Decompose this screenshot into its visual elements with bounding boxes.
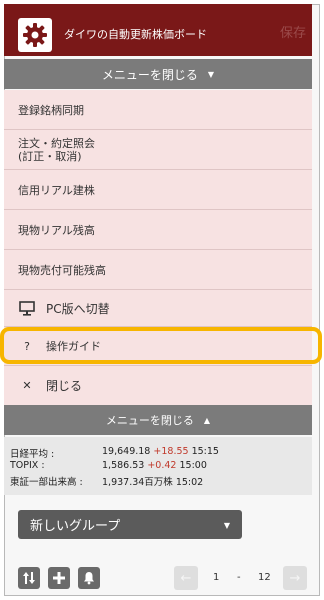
app-header: ダイワの自動更新株価ボード 保存 [4, 4, 312, 56]
menu-item-label: 信用リアル建株 [18, 183, 95, 197]
menu-item-label: 登録銘柄同期 [18, 103, 84, 117]
current-page: 1 [213, 572, 220, 583]
index-change: +18.55 [153, 446, 189, 457]
total-pages: 12 [258, 572, 271, 583]
save-button[interactable]: 保存 [280, 22, 306, 41]
menu-item-label: 現物リアル残高 [18, 223, 95, 237]
group-select[interactable]: 新しいグループ ▼ [18, 510, 242, 539]
monitor-icon [18, 300, 36, 316]
close-icon: ✕ [22, 379, 32, 392]
gear-icon [23, 23, 47, 47]
chevron-down-icon: ▼ [223, 521, 230, 530]
index-value: 1,937.34百万株 [102, 477, 173, 488]
menu-item-sync-watchlist[interactable]: 登録銘柄同期 [4, 90, 312, 130]
menu-item-cash-holdings[interactable]: 現物リアル残高 [4, 210, 312, 250]
close-menu-label: メニューを閉じる [101, 67, 198, 82]
index-name: TOPIX : [10, 460, 45, 471]
page-separator: - [237, 572, 241, 583]
sort-button[interactable] [18, 567, 40, 589]
index-value: 1,586.53 [102, 460, 145, 471]
bell-icon [84, 572, 94, 585]
market-row: 日経平均 : 19,649.18 +18.55 15:15 [10, 446, 312, 460]
highlight-frame [0, 327, 322, 364]
arrow-right-icon: → [289, 570, 301, 586]
app-title: ダイワの自動更新株価ボード [64, 28, 207, 41]
close-menu-label: メニューを閉じる [105, 414, 194, 427]
next-page-button[interactable]: → [283, 566, 307, 590]
arrow-left-icon: ← [180, 570, 192, 586]
index-time: 15:02 [175, 477, 204, 488]
menu-item-pc-version[interactable]: PC版へ切替 [4, 290, 312, 327]
plus-icon [53, 572, 65, 584]
close-menu-bar-top[interactable]: メニューを閉じる ▼ [4, 59, 312, 89]
market-summary: 日経平均 : 19,649.18 +18.55 15:15 TOPIX : 1,… [4, 437, 312, 495]
market-row: 東証一部出来高 : 1,937.34百万株 15:02 [10, 474, 312, 488]
menu-item-order-inquiry[interactable]: 注文・約定照会 (訂正・取消) [4, 130, 312, 170]
menu-item-label: 現物売付可能残高 [18, 263, 106, 277]
chevron-down-icon: ▼ [207, 69, 215, 79]
index-time: 15:00 [179, 460, 207, 471]
market-row: TOPIX : 1,586.53 +0.42 15:00 [10, 460, 312, 474]
settings-button[interactable] [18, 18, 52, 52]
menu-item-sellable-holdings[interactable]: 現物売付可能残高 [4, 250, 312, 290]
menu-item-close[interactable]: ✕ 閉じる [4, 366, 312, 405]
add-button[interactable] [48, 567, 70, 589]
menu-item-label: PC版へ切替 [46, 301, 110, 316]
menu-item-sublabel: (訂正・取消) [18, 149, 82, 163]
index-value: 19,649.18 [102, 446, 151, 457]
group-select-value: 新しいグループ [30, 519, 121, 534]
index-name: 東証一部出来高 : [10, 477, 83, 488]
alert-button[interactable] [78, 567, 100, 589]
prev-page-button[interactable]: ← [174, 566, 198, 590]
index-change: +0.42 [147, 460, 177, 471]
menu-item-label: 閉じる [46, 379, 83, 393]
index-time: 15:15 [191, 446, 219, 457]
sort-arrows-icon [23, 572, 35, 584]
chevron-up-icon: ▲ [203, 415, 211, 425]
close-menu-bar-bottom[interactable]: メニューを閉じる ▲ [4, 405, 312, 435]
menu-item-margin-positions[interactable]: 信用リアル建株 [4, 170, 312, 210]
menu-item-label: 注文・約定照会 [18, 136, 95, 150]
index-name: 日経平均 : [10, 449, 55, 460]
